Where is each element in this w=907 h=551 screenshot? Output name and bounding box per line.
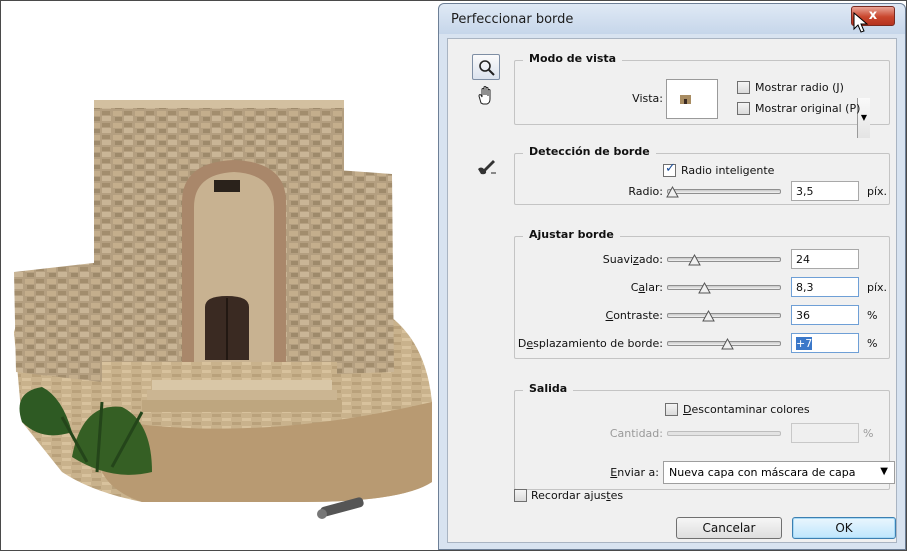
hand-tool-button[interactable] <box>473 83 499 109</box>
remember-settings-checkbox[interactable] <box>514 489 527 502</box>
edge-detection-group: Detección de borde ✓ Radio inteligente R… <box>514 145 890 205</box>
amount-slider[interactable] <box>667 431 781 436</box>
cancel-button[interactable]: Cancelar <box>676 517 782 539</box>
show-radius-label: Mostrar radio (J) <box>755 81 844 94</box>
view-preview-thumbnail <box>680 95 691 104</box>
send-to-value: Nueva capa con máscara de capa <box>669 466 856 479</box>
shift-edge-slider[interactable] <box>667 337 781 350</box>
zoom-icon <box>479 60 495 76</box>
dialog-title: Perfeccionar borde <box>451 12 574 27</box>
view-mode-group: Modo de vista Vista: ▼ Mostrar radio (J)… <box>514 52 890 138</box>
decontaminate-colors-label: Descontaminar colores <box>683 403 810 416</box>
radius-slider-thumb[interactable] <box>666 185 679 198</box>
checkmark-icon: ✓ <box>665 161 676 176</box>
chevron-down-icon: ▼ <box>880 466 888 477</box>
ok-button[interactable]: OK <box>792 517 896 539</box>
smooth-slider-thumb[interactable] <box>688 253 701 266</box>
radius-slider[interactable] <box>666 185 781 198</box>
radius-input[interactable]: 3,5 <box>791 181 859 201</box>
adjust-edge-legend: Ajustar borde <box>523 228 620 241</box>
refine-radius-tool-button[interactable] <box>473 153 499 179</box>
show-radius-checkbox[interactable] <box>737 81 750 94</box>
smart-radius-checkbox[interactable]: ✓ <box>663 161 676 177</box>
feather-slider[interactable] <box>667 281 781 294</box>
decontaminate-colors-checkbox[interactable] <box>665 403 678 416</box>
output-group: Salida Descontaminar colores Cantidad: %… <box>514 382 895 490</box>
smooth-slider[interactable] <box>667 253 781 266</box>
send-to-select[interactable]: Nueva capa con máscara de capa ▼ <box>663 461 895 484</box>
contrast-unit: % <box>867 309 878 322</box>
view-label: Vista: <box>632 92 663 105</box>
smooth-input[interactable]: 24 <box>791 249 859 269</box>
smart-radius-label: Radio inteligente <box>681 164 775 177</box>
feather-input[interactable]: 8,3 <box>791 277 859 297</box>
shift-edge-input[interactable]: +7 <box>791 333 859 353</box>
show-original-checkbox[interactable] <box>737 102 750 115</box>
view-mode-legend: Modo de vista <box>523 52 623 65</box>
tower-photo <box>14 100 432 519</box>
feather-unit: píx. <box>867 281 888 294</box>
edge-detection-legend: Detección de borde <box>523 145 656 158</box>
screenshot-frame: Perfeccionar borde x Modo de vista Vista… <box>0 0 907 551</box>
shift-edge-value-selected: +7 <box>796 337 813 350</box>
amount-label: Cantidad: <box>609 427 663 440</box>
document-canvas[interactable] <box>2 2 437 550</box>
view-mode-selector[interactable]: ▼ <box>666 79 870 138</box>
smooth-label: Suavizado: <box>602 253 663 266</box>
radius-label: Radio: <box>628 185 663 198</box>
hand-icon <box>478 86 491 105</box>
contrast-input[interactable]: 36 <box>791 305 859 325</box>
amount-input[interactable] <box>791 423 859 443</box>
contrast-slider[interactable] <box>667 309 781 322</box>
refine-edge-dialog: Perfeccionar borde x Modo de vista Vista… <box>438 3 906 550</box>
shift-edge-slider-thumb[interactable] <box>721 337 734 350</box>
mouse-cursor-icon <box>853 12 869 33</box>
title-bar[interactable]: Perfeccionar borde x <box>439 4 905 34</box>
remember-settings-label: Recordar ajustes <box>531 489 624 502</box>
dialog-body: Modo de vista Vista: ▼ Mostrar radio (J)… <box>447 38 897 543</box>
zoom-tool-button[interactable] <box>472 54 500 80</box>
radius-unit: píx. <box>867 185 888 198</box>
shift-edge-unit: % <box>867 337 878 350</box>
shift-edge-label: Desplazamiento de borde: <box>517 337 663 350</box>
show-original-label: Mostrar original (P) <box>755 102 861 115</box>
contrast-label: Contraste: <box>605 309 663 322</box>
amount-unit: % <box>863 427 874 440</box>
refine-radius-brush-icon <box>478 160 496 175</box>
contrast-slider-thumb[interactable] <box>702 309 715 322</box>
adjust-edge-group: Ajustar borde Suavizado: 24 Calar: 8,3 p… <box>514 228 890 359</box>
output-legend: Salida <box>523 382 574 395</box>
send-to-label: Enviar a: <box>610 466 659 479</box>
feather-label: Calar: <box>630 281 663 294</box>
feather-slider-thumb[interactable] <box>698 281 711 294</box>
